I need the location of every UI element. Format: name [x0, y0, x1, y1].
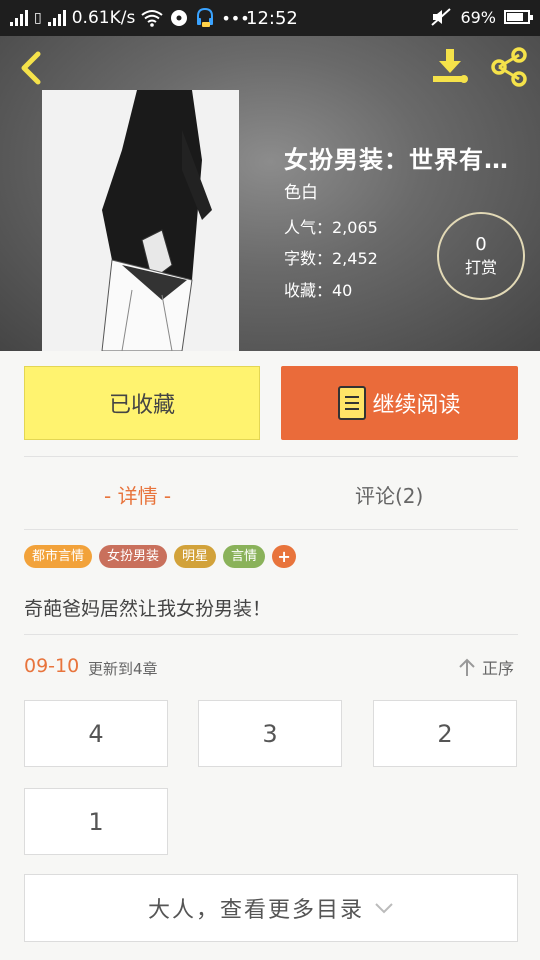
- network-speed: 0.61K/s: [71, 8, 136, 28]
- book-hero: 女扮男装：世界有… 色白 人气：2,065 字数：2,452 收藏：40 0 打…: [0, 36, 540, 351]
- chapter-item[interactable]: 1: [24, 788, 168, 855]
- wifi-icon: [141, 10, 163, 27]
- status-bar: ▯ 0.61K/s ••• 12:52 69%: [0, 0, 540, 36]
- divider: [24, 456, 518, 457]
- chapter-item[interactable]: 4: [24, 700, 168, 767]
- tag-crossdressing[interactable]: 女扮男装: [99, 545, 168, 568]
- book-icon: [338, 386, 367, 420]
- book-title: 女扮男装：世界有…: [284, 146, 509, 174]
- battery-icon: [504, 10, 533, 24]
- divider: [24, 634, 518, 635]
- tab-details[interactable]: - 详情 -: [104, 480, 171, 509]
- sim-icon: ▯: [34, 10, 42, 26]
- collected-button[interactable]: 已收藏: [24, 366, 260, 440]
- book-description: 奇葩爸妈居然让我女扮男装！: [24, 598, 272, 620]
- update-date: 09-10: [24, 655, 80, 677]
- sort-button[interactable]: 正序: [458, 655, 514, 679]
- status-right: 69%: [430, 7, 533, 27]
- collected-label: 已收藏: [108, 393, 175, 418]
- reward-label: 打赏: [464, 258, 497, 277]
- reward-count: 0: [475, 234, 487, 255]
- sort-label: 正序: [482, 659, 515, 678]
- arrow-up-icon: [459, 658, 475, 676]
- view-more-chapters-button[interactable]: 大人，查看更多目录: [24, 874, 518, 942]
- download-icon[interactable]: [430, 46, 470, 86]
- back-icon[interactable]: [14, 48, 50, 88]
- clock: 12:52: [246, 8, 298, 29]
- tag-romance[interactable]: 言情: [223, 545, 266, 568]
- popularity-stat: 人气：2,065: [284, 218, 378, 237]
- favorites-stat: 收藏：40: [284, 281, 353, 300]
- mute-icon: [431, 8, 452, 26]
- chapter-item[interactable]: 3: [198, 700, 342, 767]
- word-count-stat: 字数：2,452: [284, 249, 378, 268]
- cover-illustration: [42, 90, 239, 351]
- status-left: ▯ 0.61K/s •••: [10, 7, 250, 29]
- add-tag-button[interactable]: +: [272, 545, 297, 568]
- chevron-down-icon: [375, 903, 393, 914]
- continue-reading-button[interactable]: 继续阅读: [281, 366, 518, 440]
- battery-percent: 69%: [460, 7, 496, 27]
- tab-comments[interactable]: 评论(2): [355, 480, 423, 509]
- update-text: 更新到4章: [88, 660, 158, 678]
- tag-list: 都市言情 女扮男装 明星 言情 +: [24, 545, 297, 568]
- share-icon[interactable]: [488, 46, 530, 88]
- signal-icon-2: [47, 10, 66, 26]
- disc-icon: [171, 10, 188, 26]
- tag-urban-romance[interactable]: 都市言情: [24, 545, 93, 568]
- chapter-item[interactable]: 2: [373, 700, 517, 767]
- divider: [24, 529, 518, 530]
- book-cover: [42, 90, 239, 351]
- book-author[interactable]: 色白: [284, 178, 318, 203]
- continue-reading-label: 继续阅读: [372, 393, 461, 418]
- headset-icon: [197, 7, 214, 27]
- reward-button[interactable]: 0 打赏: [437, 212, 525, 300]
- signal-icon: [10, 10, 28, 26]
- tag-celebrity[interactable]: 明星: [174, 545, 217, 568]
- view-more-label: 大人，查看更多目录: [147, 898, 364, 923]
